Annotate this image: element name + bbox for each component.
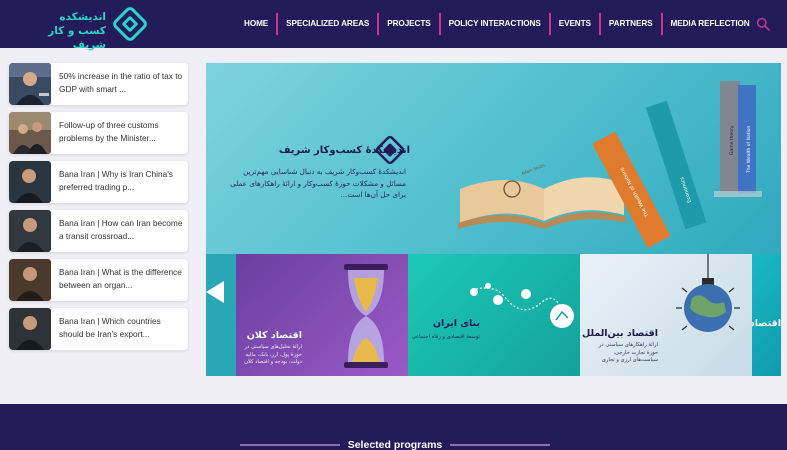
hourglass-icon: [344, 264, 388, 368]
news-thumbnail-image: [9, 259, 51, 301]
selected-programs-section: Selected programs: [0, 404, 787, 450]
news-item[interactable]: Bana Iran | Which countries should be Ir…: [9, 308, 188, 350]
news-thumbnail-image: [9, 308, 51, 350]
logo-mark-icon: [113, 7, 147, 41]
slide-title: بنای ایران: [432, 318, 480, 329]
news-item[interactable]: Bana Iran | How can Iran become a transi…: [9, 210, 188, 252]
slide-subtitle: ارائهٔ تحلیل‌های سیاستی در حوزهٔ پول، ار…: [244, 344, 302, 365]
news-thumbnail-image: [9, 161, 51, 203]
section-divider-right: [450, 444, 550, 446]
site-logo[interactable]: اندیشکده کسب و کار شریف: [28, 4, 153, 51]
slide-partial-left[interactable]: [206, 254, 236, 376]
banner-title: اندیشکدهٔ کسب‌وکار شریف: [278, 145, 410, 156]
books-illustration: Adam Smith The Wealth of Nations Economi…: [458, 81, 762, 249]
nav-home[interactable]: HOME: [236, 13, 276, 35]
news-item[interactable]: Bana Iran | What is the difference betwe…: [9, 259, 188, 301]
slide-subtitle: توسعهٔ اقتصادی و رفاه اجتماعی: [411, 334, 480, 340]
book-spine-label: The Wealth of Nation: [746, 126, 752, 174]
slide-title: اقتصاد کلان: [246, 330, 302, 341]
news-thumbnail-image: [9, 63, 51, 105]
svg-text:Adam Smith: Adam Smith: [521, 163, 546, 176]
news-item-title: Bana Iran | Why is Iran China's preferre…: [59, 169, 173, 192]
main-nav: HOME SPECIALIZED AREAS PROJECTS POLICY I…: [236, 12, 758, 36]
news-item[interactable]: Bana Iran | Why is Iran China's preferre…: [9, 161, 188, 203]
slide-title: اقتصاد ...: [752, 318, 781, 329]
nav-events[interactable]: EVENTS: [551, 13, 599, 35]
news-item-title: Follow-up of three customs problems by t…: [59, 120, 159, 143]
slide-partial-right[interactable]: اقتصاد ...: [752, 254, 781, 376]
slide-title: اقتصاد بین‌الملل: [581, 328, 658, 339]
news-item-title: 50% increase in the ratio of tax to GDP …: [59, 71, 183, 94]
banner-body: اندیشکدهٔ کسب‌وکار شریف به دنبال شناسایی…: [230, 167, 406, 199]
section-divider-left: [240, 444, 340, 446]
book-spine-label: Game theory: [729, 125, 735, 155]
hero-banner[interactable]: اندیشکدهٔ کسب‌وکار شریف اندیشکدهٔ کسب‌وک…: [206, 63, 781, 254]
news-item-title: Bana Iran | How can Iran become a transi…: [59, 218, 183, 241]
news-thumbnail-image: [9, 210, 51, 252]
logo-text: اندیشکده کسب و کار شریف: [28, 10, 106, 52]
news-item-title: Bana Iran | What is the difference betwe…: [59, 267, 182, 290]
carousel-prev-arrow-icon[interactable]: [202, 277, 226, 307]
logo-text-line1: اندیشکده: [59, 11, 106, 23]
section-title: Selected programs: [347, 439, 443, 450]
logo-text-line2: کسب و کار شریف: [48, 25, 106, 51]
search-icon[interactable]: [756, 17, 770, 31]
news-item-title: Bana Iran | Which countries should be Ir…: [59, 316, 161, 339]
news-item[interactable]: Follow-up of three customs problems by t…: [9, 112, 188, 154]
network-diagram-icon: [470, 283, 574, 328]
globe-bulb-icon: [676, 254, 740, 332]
nav-policy-interactions[interactable]: POLICY INTERACTIONS: [441, 13, 549, 35]
nav-projects[interactable]: PROJECTS: [379, 13, 438, 35]
slide-bana-iran[interactable]: بنای ایران توسعهٔ اقتصادی و رفاه اجتماعی: [408, 254, 580, 376]
nav-specialized-areas[interactable]: SPECIALIZED AREAS: [278, 13, 377, 35]
programs-carousel: اقتصاد کلان ارائهٔ تحلیل‌های سیاستی در ح…: [206, 254, 781, 376]
slide-macroeconomics[interactable]: اقتصاد کلان ارائهٔ تحلیل‌های سیاستی در ح…: [236, 254, 408, 376]
nav-media-reflection[interactable]: MEDIA REFLECTION: [663, 13, 758, 35]
news-thumbnail-image: [9, 112, 51, 154]
news-item[interactable]: 50% increase in the ratio of tax to GDP …: [9, 63, 188, 105]
site-header: اندیشکده کسب و کار شریف HOME SPECIALIZED…: [0, 0, 787, 51]
nav-partners[interactable]: PARTNERS: [601, 13, 661, 35]
slide-subtitle: ارائهٔ راهکارهای سیاستی در حوزهٔ تجارت خ…: [598, 342, 658, 363]
slide-international-economics[interactable]: اقتصاد بین‌الملل ارائهٔ راهکارهای سیاستی…: [580, 254, 752, 376]
